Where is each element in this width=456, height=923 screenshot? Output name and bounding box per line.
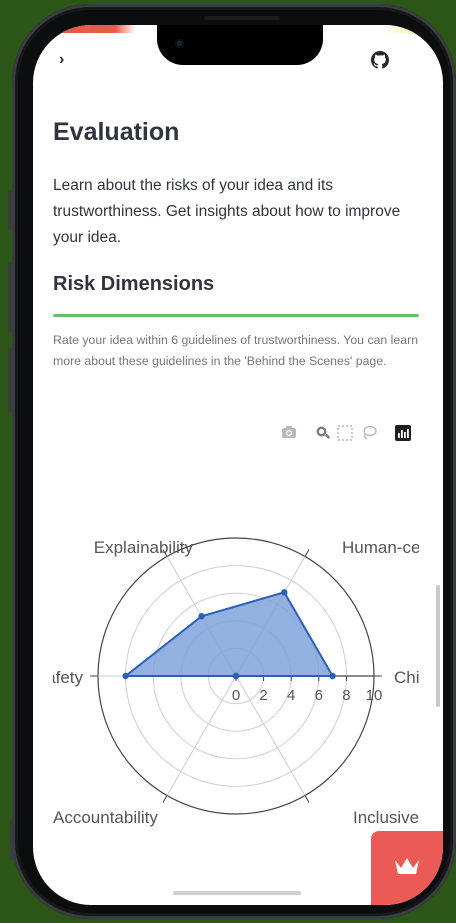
section-caption: Rate your idea within 6 guidelines of tr… <box>53 333 419 368</box>
section-divider <box>53 314 419 317</box>
home-indicator <box>173 891 301 895</box>
screen: › Evaluation Learn about the risks of yo… <box>33 25 443 905</box>
category-label: afety <box>53 668 83 687</box>
radial-tick-label: 4 <box>287 687 295 704</box>
phone-volume-down <box>8 348 14 412</box>
page-title: Evaluation <box>53 118 180 146</box>
phone-notch <box>157 25 323 65</box>
category-label: Explainability <box>94 538 194 557</box>
github-icon[interactable] <box>371 51 389 69</box>
streamlit-badge[interactable] <box>371 831 443 905</box>
data-point <box>281 589 288 596</box>
phone-speaker <box>204 16 280 20</box>
radial-tick-label: 10 <box>366 687 383 704</box>
chevron-right-icon[interactable]: › <box>59 51 64 69</box>
lasso-icon[interactable] <box>361 425 377 446</box>
radar-chart[interactable]: 0 2 4 6 8 10 Human-centre Chilc Inclusive Grow Ac… <box>53 503 419 837</box>
plotly-logo-icon[interactable] <box>395 425 411 446</box>
box-select-icon[interactable] <box>337 425 353 446</box>
radial-tick-label: 6 <box>315 687 323 704</box>
radial-tick-label: 8 <box>342 687 350 704</box>
radial-tick-label: 0 <box>232 687 240 704</box>
angular-tick <box>162 795 168 803</box>
series-area <box>122 591 335 677</box>
data-point <box>198 613 205 620</box>
intro-text: Learn about the risks of your idea and i… <box>53 177 401 246</box>
section-title: Risk Dimensions <box>53 273 215 295</box>
zoom-icon[interactable] <box>315 425 331 446</box>
category-label: Human-centre <box>342 538 419 557</box>
front-camera <box>175 39 184 48</box>
grid-spoke <box>166 675 237 796</box>
scrollbar[interactable] <box>436 585 440 707</box>
phone-silent-switch <box>8 190 14 230</box>
category-label: Chilc <box>394 668 419 687</box>
data-point <box>122 672 129 680</box>
phone-side-button <box>10 820 14 860</box>
category-label: Inclusive Grow <box>353 808 419 827</box>
camera-icon[interactable] <box>281 425 297 444</box>
chart-modebar <box>281 425 415 445</box>
angular-tick <box>304 795 310 803</box>
category-label: Accountability <box>53 808 158 827</box>
data-point <box>232 672 240 680</box>
crown-icon <box>395 858 419 874</box>
radial-tick-label: 2 <box>259 687 267 704</box>
phone-volume-up <box>8 262 14 332</box>
data-point <box>329 672 336 680</box>
angular-tick <box>304 549 310 557</box>
